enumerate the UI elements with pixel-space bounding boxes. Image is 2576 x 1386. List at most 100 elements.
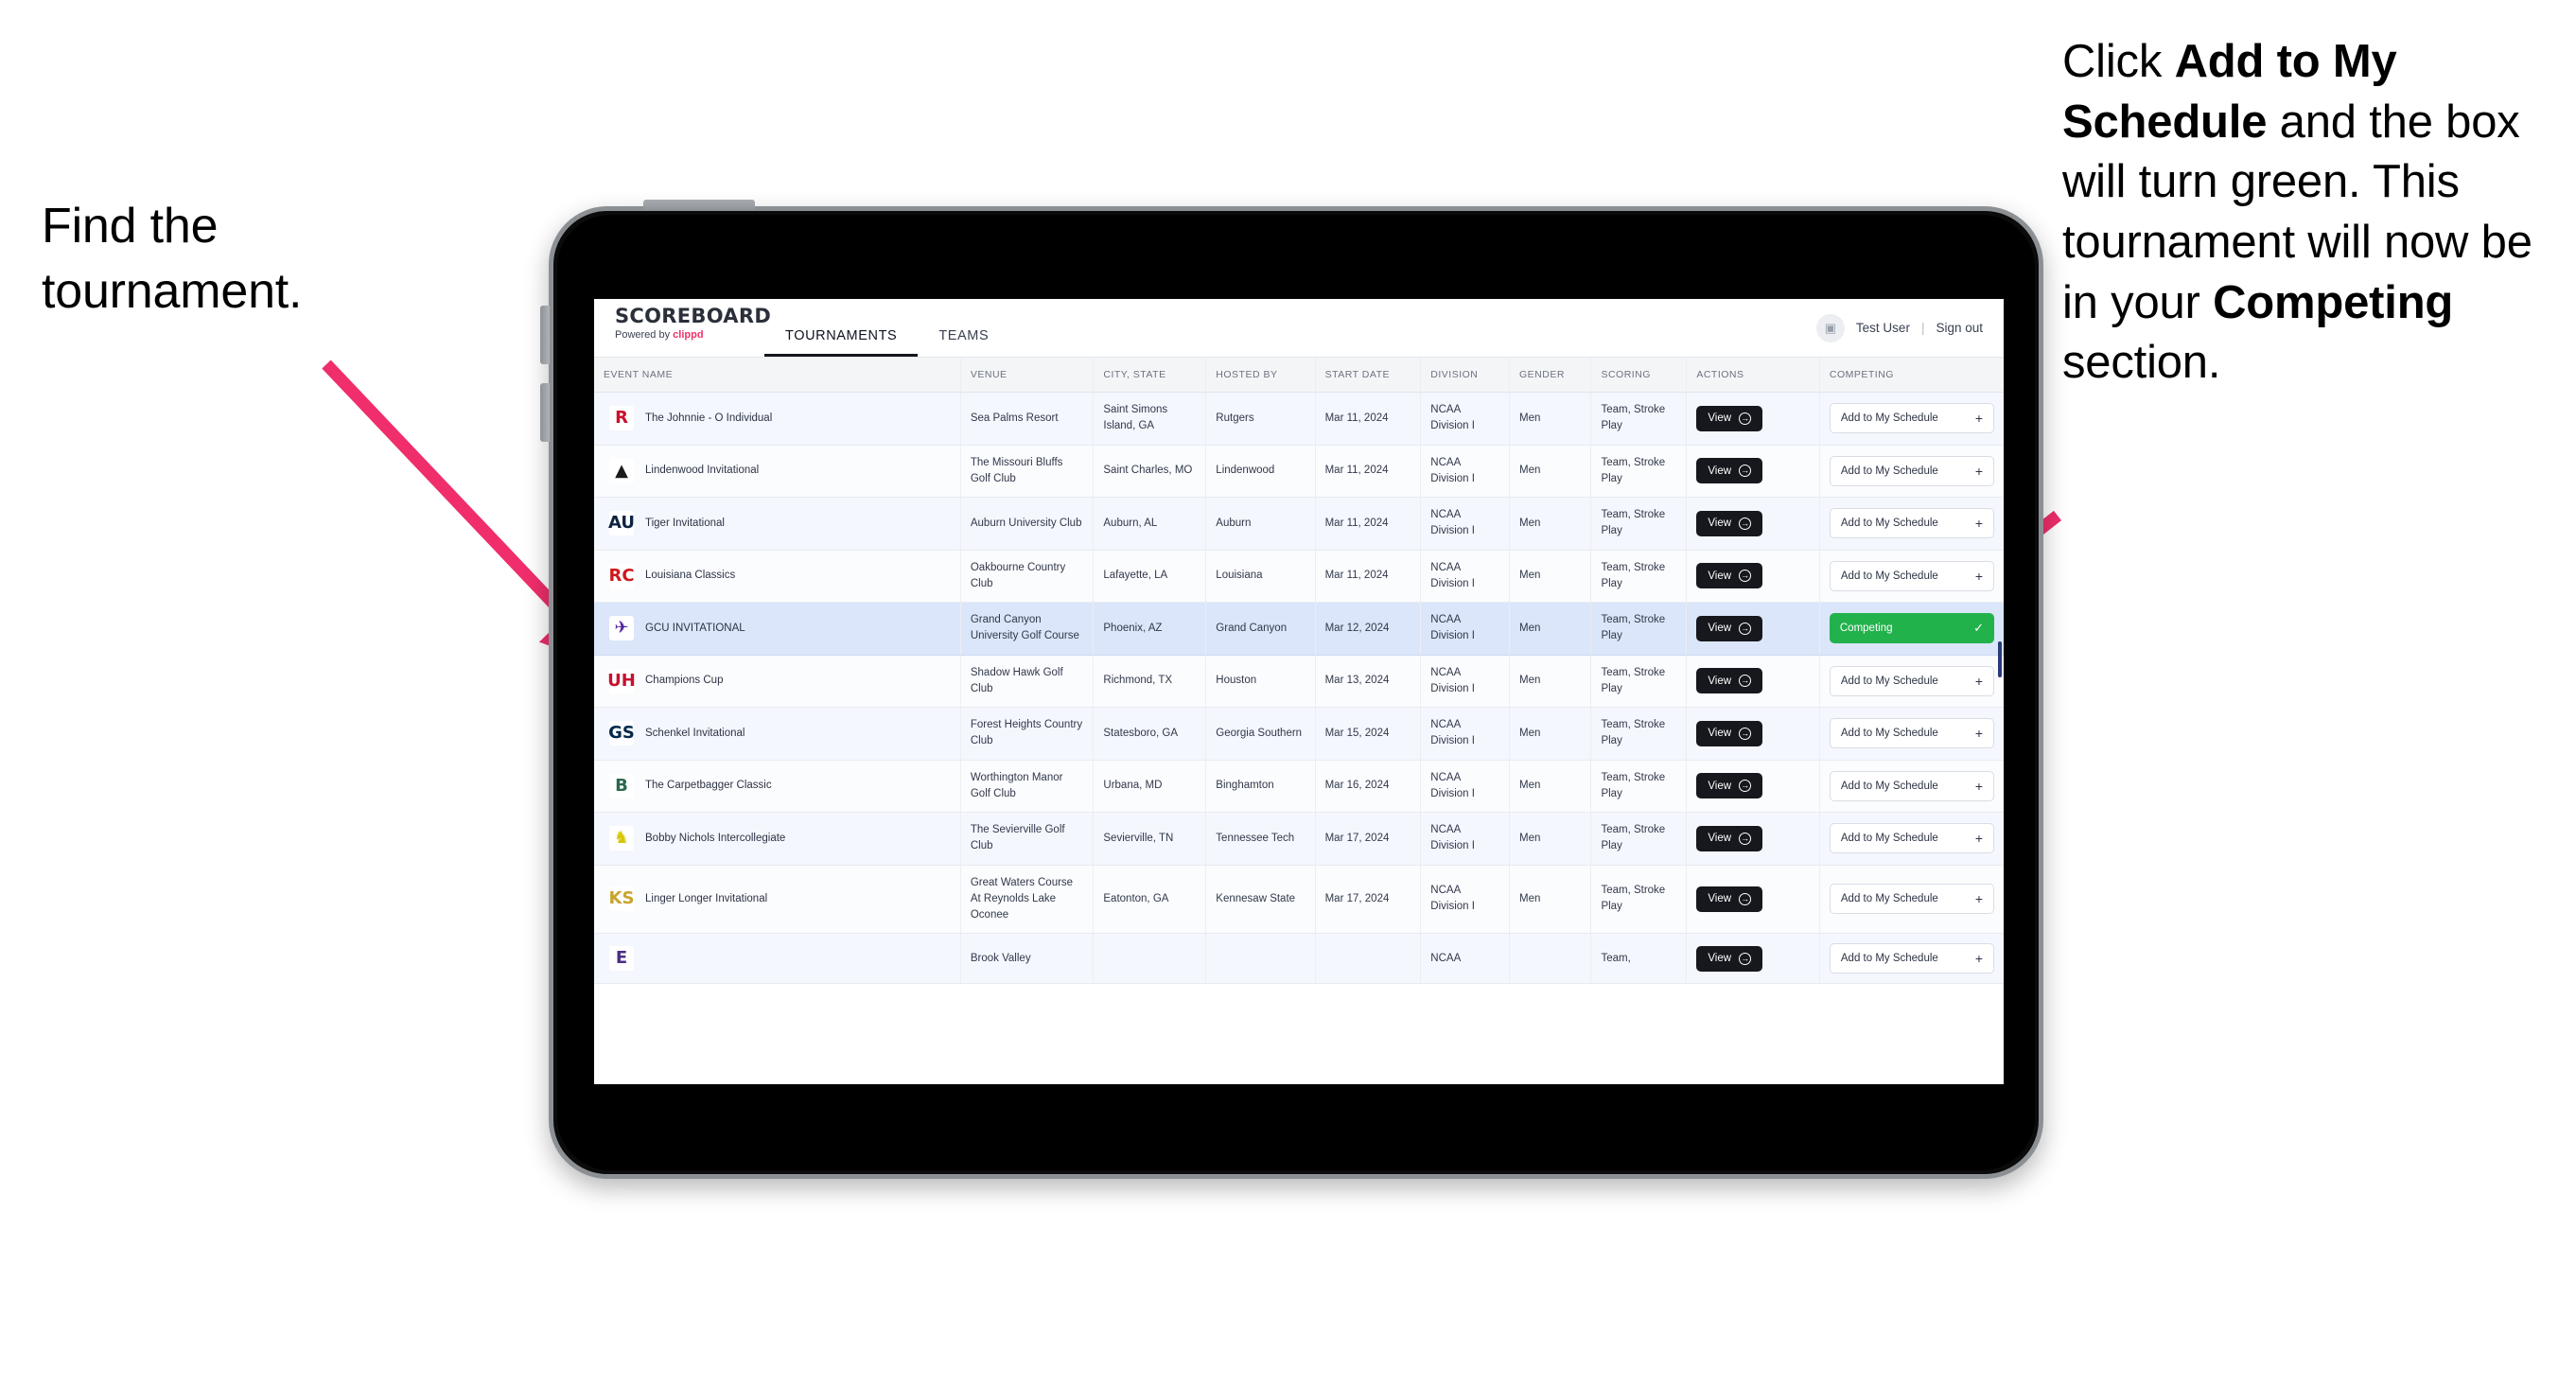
brand-logo: SCOREBOARD Powered by clippd xyxy=(594,299,771,357)
cell-start-date: Mar 11, 2024 xyxy=(1315,392,1422,446)
view-button[interactable]: View → xyxy=(1696,886,1763,912)
competing-button[interactable]: Competing ✓ xyxy=(1829,613,1994,644)
team-logo-icon: ✈ xyxy=(609,616,634,641)
cell-competing: Add to My Schedule + xyxy=(1819,865,2004,935)
tablet-device: SCOREBOARD Powered by clippd TOURNAMENTS… xyxy=(540,200,2043,1179)
power-button[interactable] xyxy=(643,200,755,211)
view-button[interactable]: View → xyxy=(1696,510,1763,536)
table-row[interactable]: B The Carpetbagger Classic Worthington Man… xyxy=(594,760,2004,813)
avatar[interactable]: ▣ xyxy=(1815,313,1845,342)
cell-scoring: Team, Stroke Play xyxy=(1590,655,1688,708)
cell-city-state: Auburn, AL xyxy=(1093,497,1207,551)
view-button[interactable]: View → xyxy=(1696,563,1763,589)
add-to-my-schedule-button[interactable]: Add to My Schedule + xyxy=(1829,943,1994,974)
table-row[interactable]: GS Schenkel Invitational Forest Heights Co… xyxy=(594,707,2004,761)
cell-start-date: Mar 12, 2024 xyxy=(1315,602,1422,656)
cell-division: NCAA Division I xyxy=(1420,655,1510,708)
view-button-label: View xyxy=(1708,623,1732,635)
cell-competing: Add to My Schedule + xyxy=(1819,392,2004,446)
plus-icon: + xyxy=(1974,411,1983,427)
view-button[interactable]: View → xyxy=(1696,668,1763,694)
sign-out-link[interactable]: Sign out xyxy=(1936,321,1983,335)
tab-teams[interactable]: TEAMS xyxy=(918,299,1009,357)
cell-start-date xyxy=(1315,933,1422,985)
view-button-label: View xyxy=(1708,780,1732,792)
add-to-my-schedule-label: Add to My Schedule xyxy=(1840,893,1938,905)
team-logo-icon: R xyxy=(609,406,634,431)
view-button-label: View xyxy=(1708,728,1732,740)
add-to-my-schedule-button[interactable]: Add to My Schedule + xyxy=(1829,403,1994,434)
table-row[interactable]: ✈ GCU INVITATIONAL Grand Canyon University… xyxy=(594,602,2004,656)
view-button[interactable]: View → xyxy=(1696,945,1763,972)
cell-actions: View → xyxy=(1686,865,1820,935)
table-row[interactable]: E Brook Valley NCAA Team, View → Add to My Sch… xyxy=(594,933,2004,985)
team-logo-icon: ♞ xyxy=(609,826,634,851)
table-row[interactable]: ♞ Bobby Nichols Intercollegiate The Sevier… xyxy=(594,812,2004,866)
cell-competing: Add to My Schedule + xyxy=(1819,707,2004,761)
annotation-find-tournament: Find the tournament. xyxy=(42,199,303,320)
add-to-my-schedule-label: Add to My Schedule xyxy=(1840,465,1938,477)
cell-competing: Add to My Schedule + xyxy=(1819,812,2004,866)
table-body: R The Johnnie - O Individual Sea Palms Res… xyxy=(594,392,2004,985)
arrow-right-circle-icon: → xyxy=(1739,832,1752,845)
app-screen: SCOREBOARD Powered by clippd TOURNAMENTS… xyxy=(594,299,2004,1084)
view-button[interactable]: View → xyxy=(1696,615,1763,641)
cell-start-date: Mar 16, 2024 xyxy=(1315,760,1422,813)
cell-hosted-by: Houston xyxy=(1205,655,1316,708)
scrollbar-thumb[interactable] xyxy=(1998,641,2002,677)
tab-tournaments[interactable]: TOURNAMENTS xyxy=(764,299,919,357)
add-to-my-schedule-button[interactable]: Add to My Schedule + xyxy=(1829,665,1994,696)
table-row[interactable]: KS Linger Longer Invitational Great Waters… xyxy=(594,865,2004,935)
table-row[interactable]: UH Champions Cup Shadow Hawk Golf Club Rich… xyxy=(594,655,2004,708)
cell-actions: View → xyxy=(1686,392,1820,446)
cell-city-state: Statesboro, GA xyxy=(1093,707,1207,761)
cell-start-date: Mar 15, 2024 xyxy=(1315,707,1422,761)
table-row[interactable]: RC Louisiana Classics Oakbourne Country Cl… xyxy=(594,550,2004,603)
view-button[interactable]: View → xyxy=(1696,405,1763,431)
cell-division: NCAA Division I xyxy=(1420,812,1510,866)
cell-event-name: RC Louisiana Classics xyxy=(594,550,961,603)
cell-city-state: Sevierville, TN xyxy=(1093,812,1207,866)
add-to-my-schedule-label: Add to My Schedule xyxy=(1840,728,1938,740)
table-row[interactable]: ▲ Lindenwood Invitational The Missouri Blu… xyxy=(594,445,2004,498)
cell-scoring: Team, Stroke Play xyxy=(1590,392,1688,446)
cell-scoring: Team, Stroke Play xyxy=(1590,760,1688,813)
add-to-my-schedule-button[interactable]: Add to My Schedule + xyxy=(1829,770,1994,801)
cell-city-state: Saint Simons Island, GA xyxy=(1093,392,1207,446)
add-to-my-schedule-label: Add to My Schedule xyxy=(1840,780,1938,792)
cell-start-date: Mar 11, 2024 xyxy=(1315,550,1422,603)
cell-division: NCAA Division I xyxy=(1420,550,1510,603)
cell-gender xyxy=(1509,933,1592,985)
cell-gender: Men xyxy=(1509,707,1592,761)
view-button-label: View xyxy=(1708,953,1732,965)
view-button[interactable]: View → xyxy=(1696,825,1763,851)
cell-hosted-by xyxy=(1205,933,1316,985)
cell-competing: Competing ✓ xyxy=(1819,602,2004,656)
add-to-my-schedule-button[interactable]: Add to My Schedule + xyxy=(1829,508,1994,539)
cell-competing: Add to My Schedule + xyxy=(1819,445,2004,498)
add-to-my-schedule-button[interactable]: Add to My Schedule + xyxy=(1829,455,1994,486)
add-to-my-schedule-button[interactable]: Add to My Schedule + xyxy=(1829,718,1994,749)
cell-actions: View → xyxy=(1686,497,1820,551)
view-button[interactable]: View → xyxy=(1696,720,1763,746)
cell-city-state: Saint Charles, MO xyxy=(1093,445,1207,498)
cell-hosted-by: Auburn xyxy=(1205,497,1316,551)
tournaments-table-container[interactable]: EVENT NAME VENUE CITY, STATE HOSTED BY S… xyxy=(594,358,2004,1084)
volume-down-button[interactable] xyxy=(540,383,550,442)
add-to-my-schedule-button[interactable]: Add to My Schedule + xyxy=(1829,823,1994,854)
cell-division: NCAA Division I xyxy=(1420,445,1510,498)
add-to-my-schedule-button[interactable]: Add to My Schedule + xyxy=(1829,884,1994,915)
cell-gender: Men xyxy=(1509,445,1592,498)
view-button[interactable]: View → xyxy=(1696,773,1763,799)
table-row[interactable]: R The Johnnie - O Individual Sea Palms Res… xyxy=(594,392,2004,446)
cell-gender: Men xyxy=(1509,392,1592,446)
arrow-right-circle-icon: → xyxy=(1739,622,1752,635)
cell-actions: View → xyxy=(1686,550,1820,603)
arrow-right-circle-icon: → xyxy=(1739,727,1752,740)
event-name-wrapper: R The Johnnie - O Individual xyxy=(604,406,951,431)
add-to-my-schedule-button[interactable]: Add to My Schedule + xyxy=(1829,560,1994,591)
table-row[interactable]: AU Tiger Invitational Auburn University Cl… xyxy=(594,497,2004,551)
cell-gender: Men xyxy=(1509,602,1592,656)
volume-up-button[interactable] xyxy=(540,306,550,364)
view-button[interactable]: View → xyxy=(1696,458,1763,484)
